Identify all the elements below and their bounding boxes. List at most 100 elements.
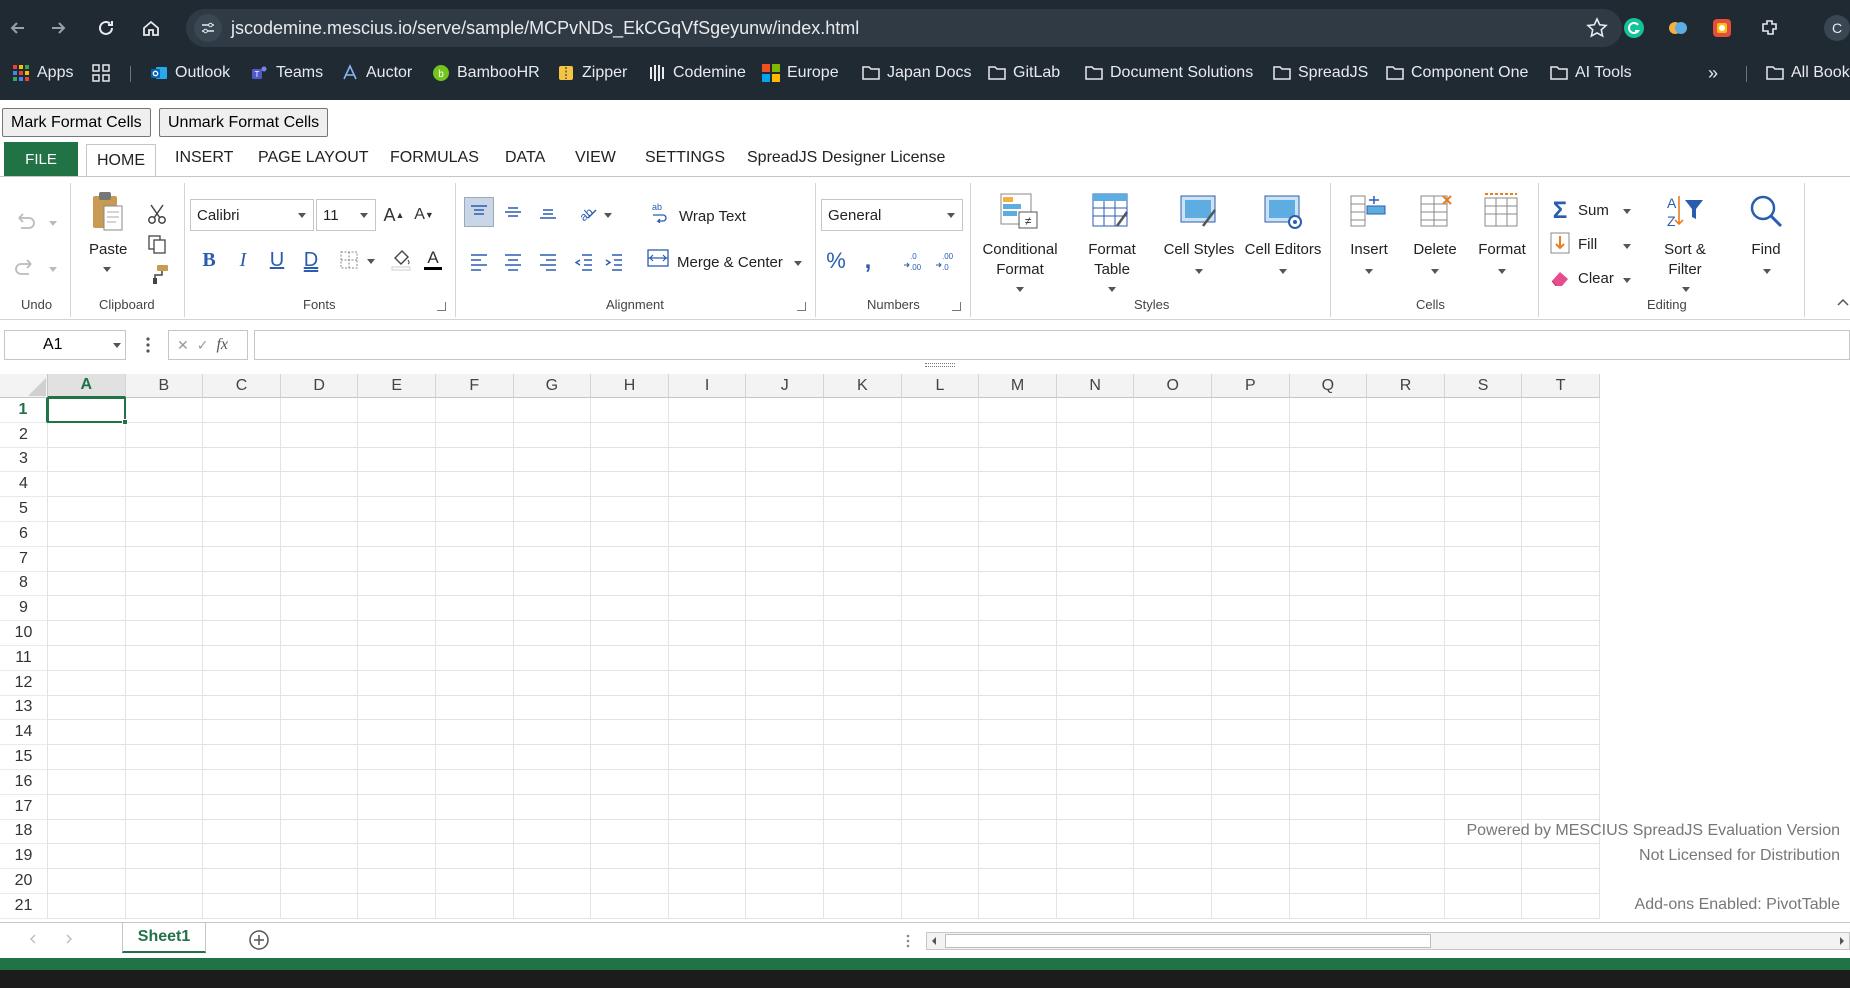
undo-dropdown-caret[interactable] xyxy=(49,221,57,226)
column-header-e[interactable]: E xyxy=(358,374,436,398)
column-header-c[interactable]: C xyxy=(203,374,281,398)
tab-spreadjs-designer-license[interactable]: SpreadJS Designer License xyxy=(747,140,945,176)
paste-label[interactable]: Paste xyxy=(89,241,127,258)
name-box[interactable]: A1 xyxy=(4,330,126,360)
collapse-ribbon-icon[interactable] xyxy=(1836,295,1850,309)
tab-data[interactable]: DATA xyxy=(505,140,545,176)
align-middle-icon[interactable] xyxy=(498,197,528,227)
column-header-j[interactable]: J xyxy=(746,374,824,398)
spreadsheet-grid[interactable]: ABCDEFGHIJKLMNOPQRST 1 2 3 4 5 6 7 8 9 10 11 12 13 14… xyxy=(0,374,1850,922)
conditional-format-label-2[interactable]: Format xyxy=(981,261,1059,278)
tab-view[interactable]: VIEW xyxy=(575,140,616,176)
add-sheet-icon[interactable] xyxy=(248,929,270,951)
row-header-14[interactable]: 14 xyxy=(0,720,48,746)
back-button[interactable] xyxy=(4,14,32,42)
row-header-13[interactable]: 13 xyxy=(0,695,48,721)
bookmark-outlook[interactable]: Outlook xyxy=(150,60,230,86)
align-left-icon[interactable] xyxy=(464,247,494,277)
delete-cells-caret[interactable] xyxy=(1431,269,1439,274)
paste-icon[interactable] xyxy=(88,189,126,235)
find-search-icon[interactable] xyxy=(1746,191,1786,231)
align-center-icon[interactable] xyxy=(498,247,528,277)
insert-cells-caret[interactable] xyxy=(1365,269,1373,274)
decrease-decimal-icon[interactable]: .00.0 xyxy=(932,247,962,275)
row-header-10[interactable]: 10 xyxy=(0,621,48,646)
cell-styles-icon[interactable] xyxy=(1178,191,1220,231)
row-header-5[interactable]: 5 xyxy=(0,497,48,522)
bold-icon[interactable]: B xyxy=(196,247,222,273)
format-table-label-1[interactable]: Format xyxy=(1082,241,1142,258)
row-header-1[interactable]: 1 xyxy=(0,398,48,423)
increase-indent-icon[interactable] xyxy=(599,247,629,277)
bookmark-folder-ai-tools[interactable]: AI Tools xyxy=(1550,60,1632,86)
column-header-q[interactable]: Q xyxy=(1289,374,1368,398)
fill-dropdown-caret[interactable] xyxy=(1623,244,1631,249)
row-header-16[interactable]: 16 xyxy=(0,770,48,795)
column-header-i[interactable]: I xyxy=(668,374,747,398)
delete-cells-label[interactable]: Delete xyxy=(1408,241,1462,258)
increase-font-size-icon[interactable]: A ▲ xyxy=(380,201,408,229)
column-header-l[interactable]: L xyxy=(901,374,980,398)
clear-label[interactable]: Clear xyxy=(1578,270,1614,287)
sort-filter-label-2[interactable]: Filter xyxy=(1656,261,1714,278)
align-right-icon[interactable] xyxy=(533,247,563,277)
formula-input[interactable] xyxy=(254,330,1850,360)
column-header-p[interactable]: P xyxy=(1212,374,1290,398)
row-header-3[interactable]: 3 xyxy=(0,447,48,473)
row-header-15[interactable]: 15 xyxy=(0,745,48,770)
alignment-dialog-launcher-icon[interactable] xyxy=(797,302,806,311)
fill-handle[interactable] xyxy=(121,418,128,425)
italic-icon[interactable]: I xyxy=(230,247,256,273)
name-box-caret[interactable] xyxy=(113,343,121,348)
tab-file[interactable]: FILE xyxy=(4,142,78,176)
column-header-n[interactable]: N xyxy=(1056,374,1135,398)
bookmark-folder-component-one[interactable]: Component One xyxy=(1386,60,1528,86)
address-bar[interactable]: jscodemine.mescius.io/serve/sample/MCPvN… xyxy=(186,9,1622,47)
extensions-puzzle-icon[interactable] xyxy=(1756,14,1784,42)
column-header-s[interactable]: S xyxy=(1444,374,1523,398)
bookmark-zipper[interactable]: Zipper xyxy=(557,60,627,86)
format-table-caret[interactable] xyxy=(1108,287,1116,292)
brain-extension-icon[interactable] xyxy=(1664,14,1692,42)
row-header-2[interactable]: 2 xyxy=(0,422,48,448)
formula-bar-options-icon[interactable] xyxy=(146,336,150,354)
select-all-corner[interactable] xyxy=(0,374,48,398)
sum-label[interactable]: Sum xyxy=(1578,202,1609,219)
bookmark-europe[interactable]: Europe xyxy=(762,60,839,86)
row-header-21[interactable]: 21 xyxy=(0,894,48,919)
align-bottom-icon[interactable] xyxy=(533,197,563,227)
cell-editors-icon[interactable] xyxy=(1262,191,1304,231)
numbers-dialog-launcher-icon[interactable] xyxy=(952,302,961,311)
column-header-d[interactable]: D xyxy=(280,374,359,398)
bookmark-codemine[interactable]: Codemine xyxy=(648,60,746,86)
profile-avatar[interactable]: C xyxy=(1824,15,1850,41)
number-format-select[interactable]: General xyxy=(821,199,963,231)
row-header-18[interactable]: 18 xyxy=(0,819,48,845)
decrease-font-size-icon[interactable]: A ▼ xyxy=(410,201,438,229)
column-header-t[interactable]: T xyxy=(1522,374,1600,398)
row-header-9[interactable]: 9 xyxy=(0,596,48,622)
fonts-dialog-launcher-icon[interactable] xyxy=(437,302,446,311)
tab-settings[interactable]: SETTINGS xyxy=(645,140,725,176)
comma-style-icon[interactable]: , xyxy=(854,247,882,275)
column-header-r[interactable]: R xyxy=(1367,374,1445,398)
decrease-indent-icon[interactable] xyxy=(569,247,599,277)
format-table-icon[interactable] xyxy=(1090,191,1132,231)
row-header-4[interactable]: 4 xyxy=(0,472,48,498)
redo-icon[interactable] xyxy=(10,253,40,283)
horizontal-scrollbar[interactable] xyxy=(926,932,1850,950)
mark-format-cells-button[interactable]: Mark Format Cells xyxy=(2,108,151,137)
format-table-label-2[interactable]: Table xyxy=(1082,261,1142,278)
sum-dropdown-caret[interactable] xyxy=(1623,209,1631,214)
conditional-format-icon[interactable]: ≠ xyxy=(998,191,1040,231)
formula-bar-resize-handle[interactable] xyxy=(925,363,955,367)
orientation-icon[interactable]: ab xyxy=(572,197,602,227)
tab-groups-button[interactable] xyxy=(92,60,110,86)
fill-down-icon[interactable] xyxy=(1549,231,1571,255)
next-sheet-nav-icon[interactable] xyxy=(64,933,74,945)
forward-button[interactable] xyxy=(44,14,72,42)
sheet-tab-sheet1[interactable]: Sheet1 xyxy=(122,923,206,953)
bookmarks-overflow-button[interactable]: » xyxy=(1708,60,1718,86)
bookmark-folder-document-solutions[interactable]: Document Solutions xyxy=(1085,60,1253,86)
active-cell-selection[interactable] xyxy=(47,397,128,425)
